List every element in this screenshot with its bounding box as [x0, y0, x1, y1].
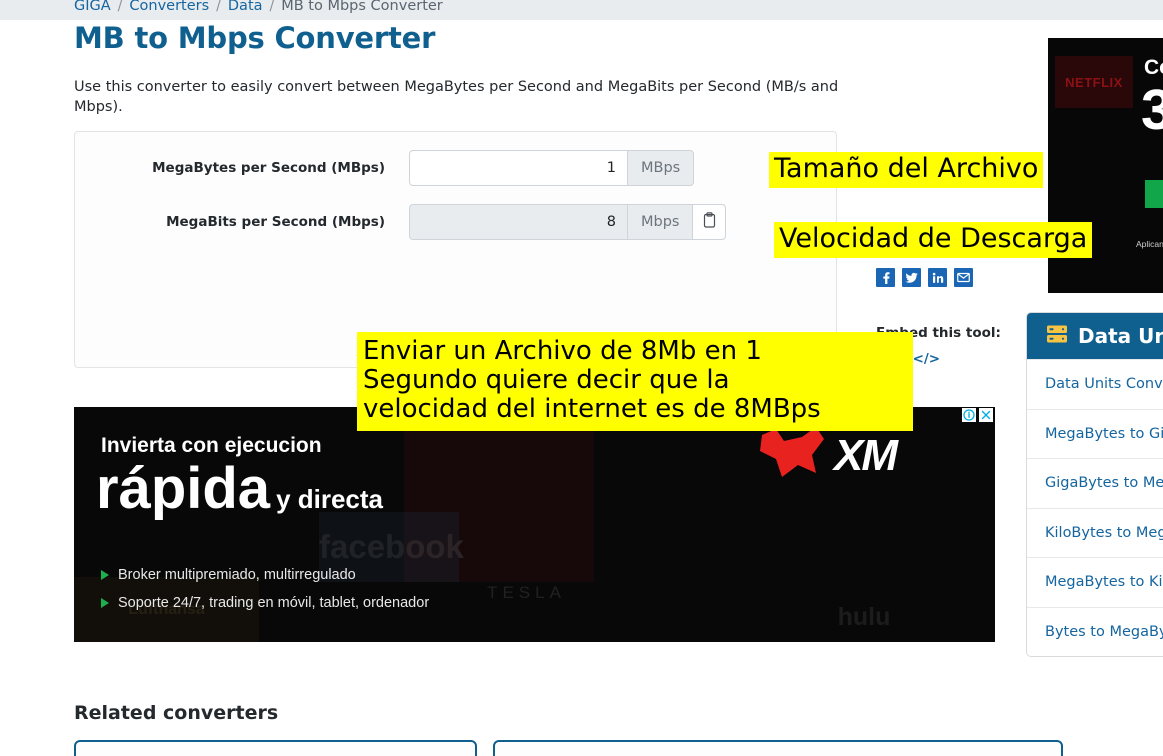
related-converter-card-1[interactable]: [74, 740, 477, 756]
side-ad-cta-button[interactable]: Abrir u: [1145, 180, 1163, 208]
ad-headline: Invierta con ejecucion: [101, 434, 322, 457]
sidebar-link-gigabytes-to-megabytes[interactable]: GigaBytes to Meg Converter: [1027, 458, 1163, 508]
advertisement-banner-main[interactable]: facebook TESLA Lufthansa hulu Invierta c…: [74, 407, 995, 642]
ad-bullet-list: Broker multipremiado, multirregulado Sop…: [101, 567, 429, 623]
side-ad-disclaimer: Aplican TyC. Bono n la UE: [1136, 239, 1163, 249]
converter-row-mbps-in: MegaBytes per Second (MBps) MBps: [75, 149, 838, 187]
ad-bg-text: hulu: [837, 602, 891, 631]
side-ad-headline: Comie: [1144, 56, 1163, 79]
converter-row-mbit-out: MegaBits per Second (Mbps) Mbps: [75, 203, 838, 241]
netflix-brand-text: NETFLIX: [1065, 74, 1123, 90]
ad-bg-text: facebook: [319, 528, 464, 565]
related-converters-title: Related converters: [74, 702, 279, 724]
breadcrumb: GIGA / Converters / Data / MB to Mbps Co…: [0, 0, 1163, 20]
megabits-per-second-label: MegaBits per Second (Mbps): [166, 214, 385, 230]
annotation-line-3: velocidad del internet es de 8MBps: [363, 394, 821, 425]
ad-bg-text: TESLA: [487, 583, 566, 602]
sidebar-panel-title: Data Unit: [1078, 324, 1163, 348]
ad-bullet-item: Broker multipremiado, multirregulado: [101, 567, 429, 583]
breadcrumb-item-current: MB to Mbps Converter: [281, 0, 443, 14]
facebook-icon[interactable]: [876, 268, 895, 287]
info-icon[interactable]: [962, 408, 976, 426]
megabytes-unit-label: MBps: [627, 150, 695, 186]
side-ad-big-number: 30: [1141, 78, 1163, 142]
annotation-explanation: Enviar un Archivo de 8Mb en 1 Segundo qu…: [357, 332, 913, 432]
breadcrumb-separator: /: [269, 0, 275, 14]
breadcrumb-item-giga[interactable]: GIGA: [74, 0, 111, 14]
sidebar-link-megabytes-to-gigabytes[interactable]: MegaBytes to Gig Converter: [1027, 408, 1163, 459]
breadcrumb-separator: /: [216, 0, 221, 14]
page-title: MB to Mbps Converter: [74, 21, 436, 55]
ad-choices-controls[interactable]: [962, 408, 993, 426]
ad-big-word-text: rápida: [96, 456, 271, 521]
bull-icon: [754, 425, 832, 487]
breadcrumb-item-converters[interactable]: Converters: [129, 0, 209, 14]
ad-big-word: rápida y directa: [96, 460, 383, 518]
share-icons: [876, 268, 1026, 287]
ad-bg-word-tesla: TESLA: [449, 575, 604, 611]
twitter-icon[interactable]: [902, 268, 921, 287]
page-root: GIGA / Converters / Data / MB to Mbps Co…: [0, 0, 1163, 756]
megabytes-per-second-label: MegaBytes per Second (MBps): [152, 160, 385, 176]
megabits-unit-label: Mbps: [627, 204, 694, 240]
annotation-line-1: Enviar un Archivo de 8Mb en 1: [363, 336, 762, 366]
clipboard-icon: [703, 212, 716, 232]
main-header: MB to Mbps Converter Use this converter …: [74, 20, 844, 117]
megabits-input-group: Mbps: [409, 204, 727, 240]
linkedin-icon[interactable]: [928, 268, 947, 287]
sidebar-link-megabytes-to-kilobytes[interactable]: MegaBytes to Kil Converter: [1027, 557, 1163, 607]
related-converter-card-2[interactable]: [493, 740, 1063, 756]
ad-bullet-text: Soporte 24/7, trading en móvil, tablet, …: [118, 595, 430, 611]
ad-bullet-item: Soporte 24/7, trading en móvil, tablet, …: [101, 595, 429, 611]
triangle-bullet-icon: [101, 570, 109, 580]
triangle-bullet-icon: [101, 598, 109, 608]
annotation-file-size: Tamaño del Archivo: [769, 152, 1044, 189]
megabits-result-input[interactable]: [409, 204, 627, 240]
sidebar-panel-header: Data Unit: [1027, 313, 1163, 359]
page-subtitle: Use this converter to easily convert bet…: [74, 78, 839, 115]
sidebar-link-kilobytes-to-megabytes[interactable]: KiloBytes to Meg Converter: [1027, 507, 1163, 558]
email-icon[interactable]: [954, 268, 973, 287]
server-icon: [1046, 324, 1068, 349]
breadcrumb-item-data[interactable]: Data: [228, 0, 263, 14]
sidebar-link-data-units-converter[interactable]: Data Units Conve: [1027, 359, 1163, 409]
ad-big-word-suffix: y directa: [276, 484, 384, 514]
code-brackets-icon: </>: [912, 351, 941, 367]
sidebar-link-bytes-to-megabytes[interactable]: Bytes to MegaBy Converter: [1027, 606, 1163, 657]
netflix-tile: NETFLIX: [1055, 56, 1133, 108]
annotation-line-2: Segundo quiere decir que la: [363, 365, 730, 396]
megabytes-input-group: MBps: [409, 150, 695, 186]
close-icon[interactable]: [979, 408, 993, 426]
sidebar-panel-data-units: Data Unit Data Units Conve MegaBytes to …: [1026, 312, 1163, 658]
ad-bg-word-hulu: hulu: [809, 592, 919, 642]
copy-result-button[interactable]: [693, 204, 727, 240]
megabytes-input[interactable]: [409, 150, 627, 186]
ad-bullet-text: Broker multipremiado, multirregulado: [118, 567, 356, 583]
ad-brand-logo: XM: [754, 425, 898, 487]
breadcrumb-separator: /: [117, 0, 123, 14]
annotation-download-speed: Velocidad de Descarga: [774, 222, 1093, 259]
xm-brand-text: XM: [834, 431, 898, 480]
